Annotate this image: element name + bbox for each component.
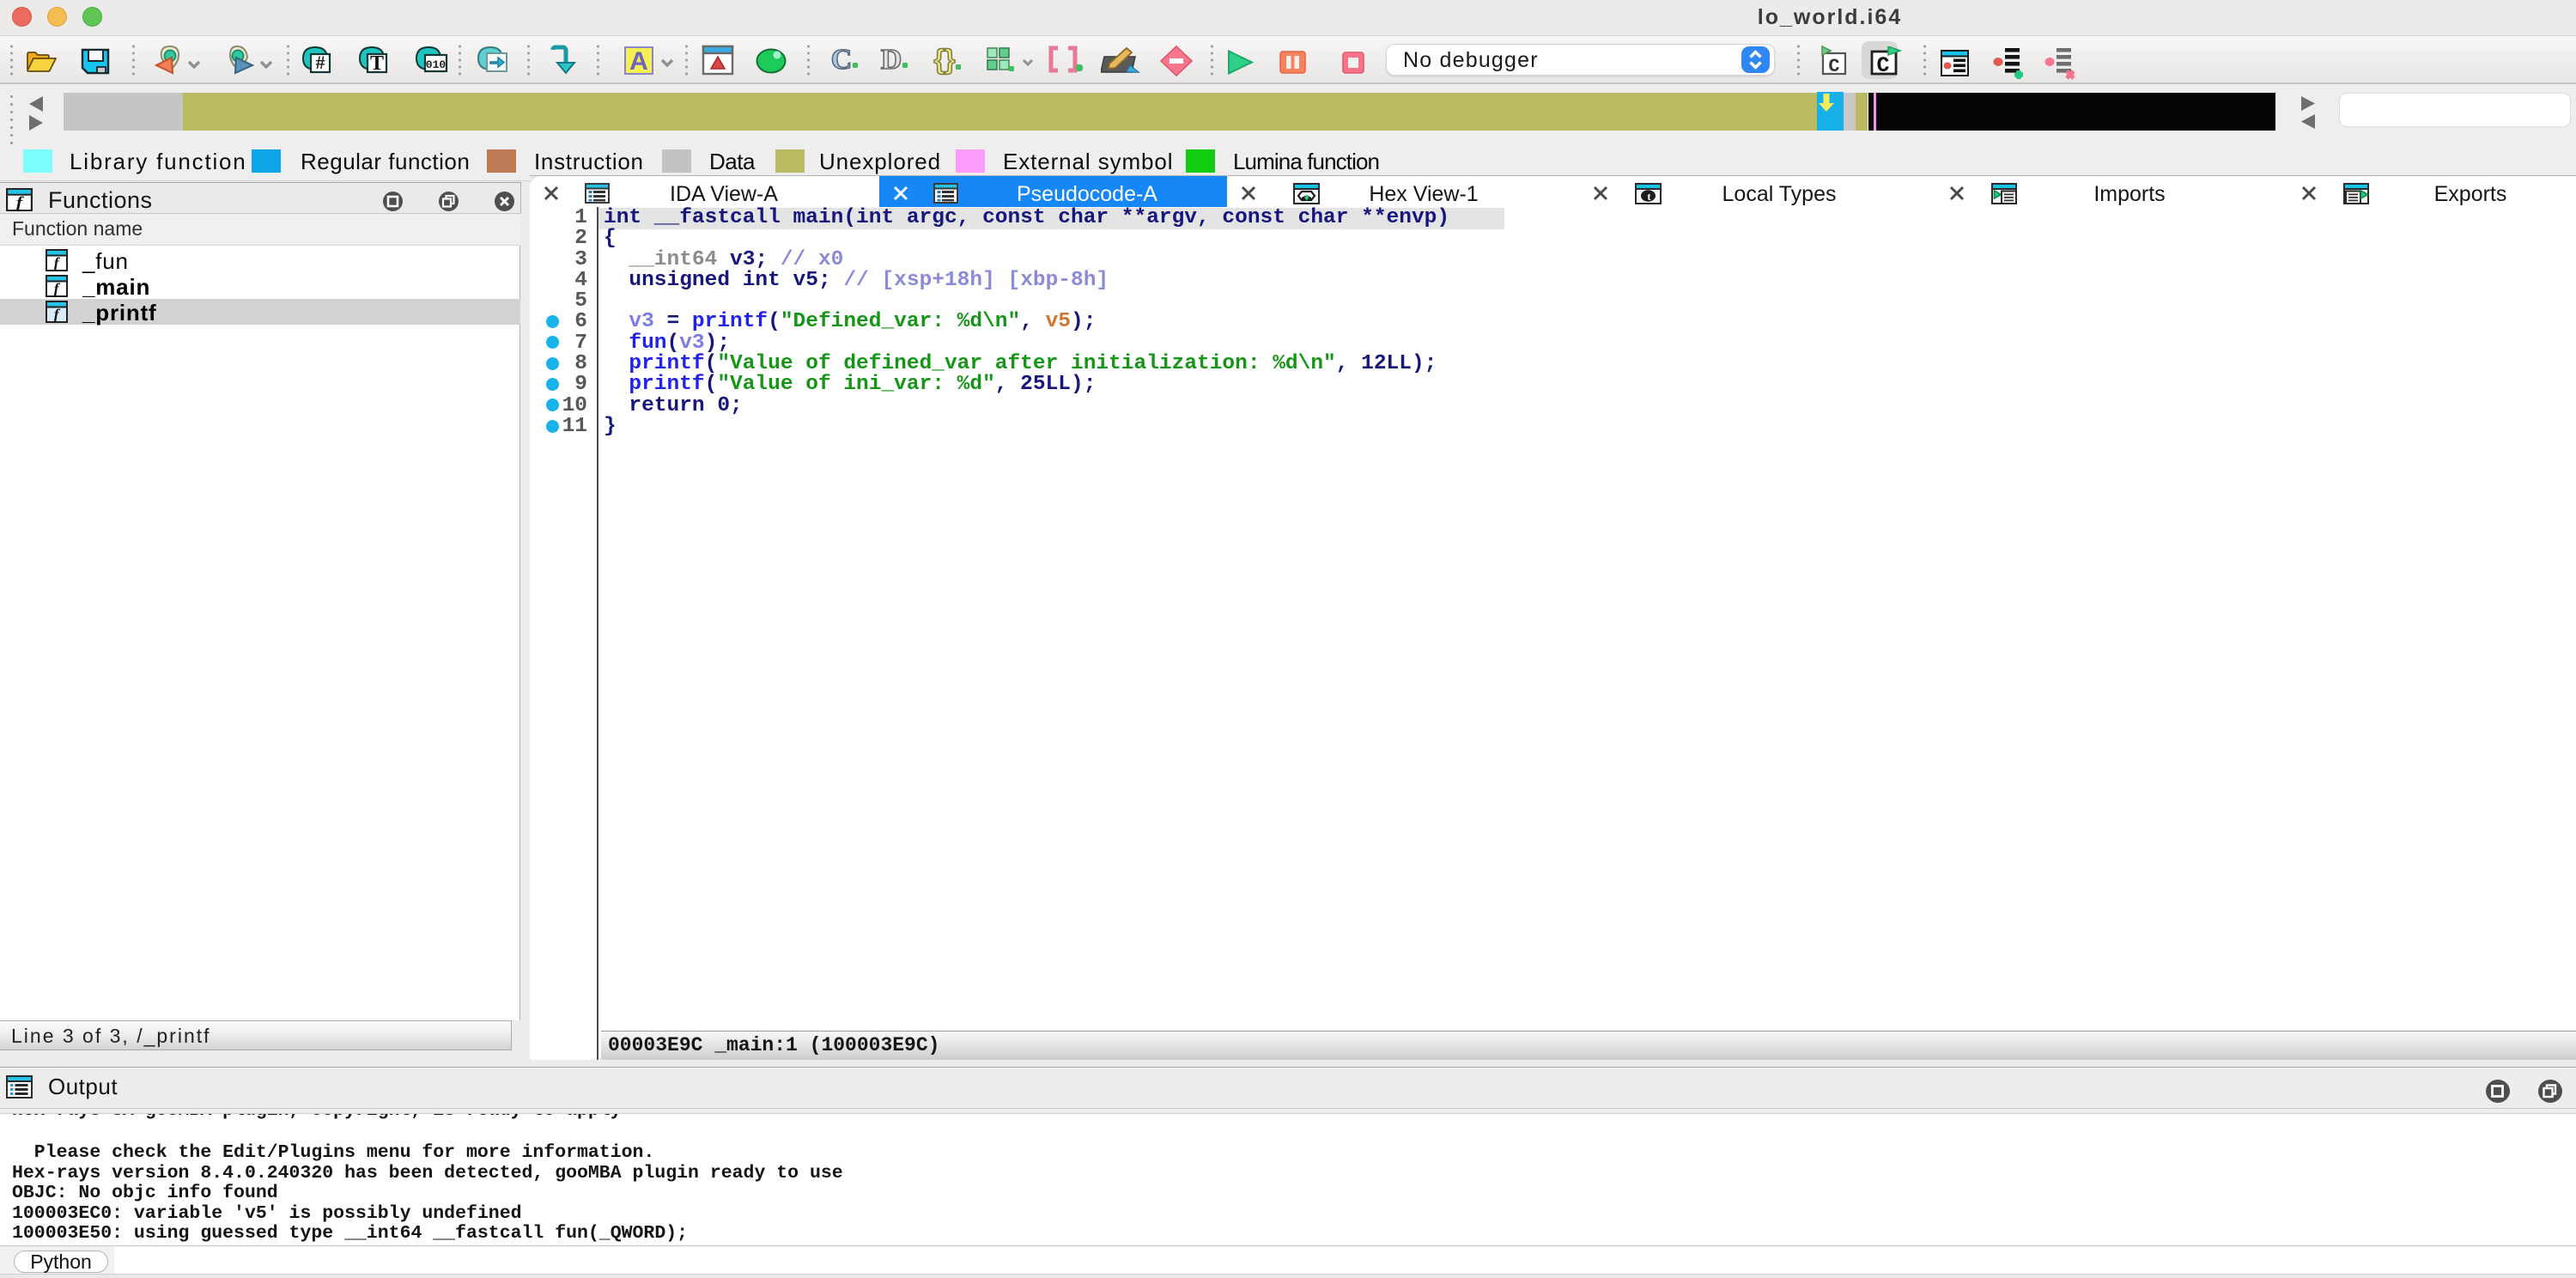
- svg-text:f: f: [54, 280, 61, 297]
- svg-text:f: f: [54, 306, 61, 323]
- svg-text:D: D: [881, 45, 902, 76]
- svg-text:C: C: [1828, 56, 1839, 77]
- svg-text:{}: {}: [934, 45, 956, 75]
- svg-text:#: #: [316, 52, 325, 73]
- svg-text:C: C: [1876, 53, 1889, 77]
- svg-text:T: T: [370, 52, 384, 74]
- svg-text:f: f: [54, 254, 61, 271]
- svg-text:A: A: [629, 47, 648, 76]
- svg-text:010: 010: [426, 58, 447, 71]
- svg-text:C: C: [831, 45, 853, 76]
